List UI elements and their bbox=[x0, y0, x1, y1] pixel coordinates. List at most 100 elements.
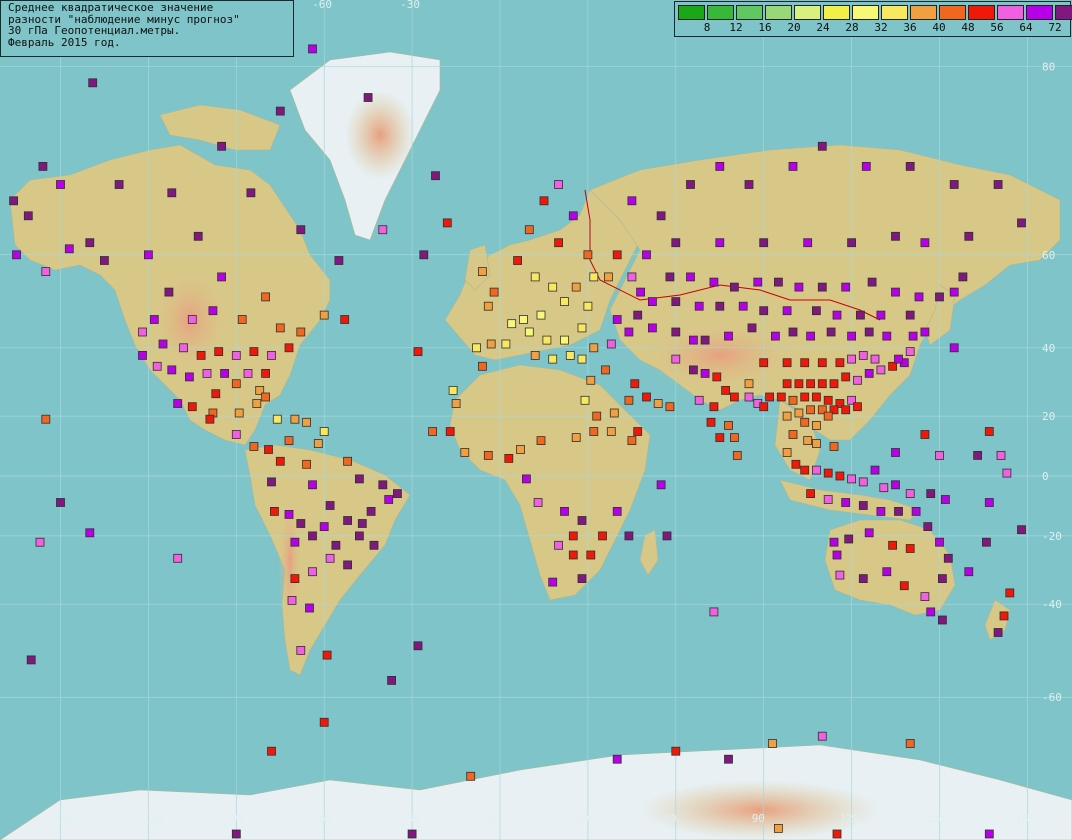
station-marker bbox=[847, 238, 856, 248]
station-marker bbox=[782, 448, 792, 457]
station-marker bbox=[891, 448, 900, 457]
station-marker bbox=[208, 306, 218, 316]
station-marker bbox=[633, 310, 643, 320]
station-marker bbox=[548, 577, 558, 587]
station-marker bbox=[237, 315, 247, 324]
legend-swatch bbox=[852, 5, 879, 20]
station-marker bbox=[305, 603, 314, 613]
station-marker bbox=[791, 459, 801, 469]
station-marker bbox=[275, 106, 285, 116]
station-marker bbox=[759, 402, 769, 412]
station-marker bbox=[662, 531, 672, 541]
lat-tick-label: -40 bbox=[1042, 598, 1062, 611]
station-marker bbox=[817, 379, 827, 389]
station-marker bbox=[234, 408, 244, 418]
station-marker bbox=[284, 509, 294, 519]
station-marker bbox=[724, 331, 733, 341]
station-marker bbox=[788, 327, 798, 337]
station-marker bbox=[530, 272, 540, 282]
world-map: -150 -120 -90 -60 -30 0 30 60 90 120 150 180-60 -308… bbox=[0, 0, 1072, 840]
station-marker bbox=[313, 439, 323, 448]
station-marker bbox=[290, 414, 300, 424]
station-marker bbox=[920, 238, 930, 248]
legend-swatch bbox=[939, 5, 966, 20]
station-marker bbox=[630, 379, 640, 389]
station-marker bbox=[284, 436, 294, 446]
station-marker bbox=[296, 646, 306, 655]
station-marker bbox=[938, 615, 947, 625]
station-marker bbox=[771, 331, 780, 341]
station-marker bbox=[774, 277, 783, 287]
station-marker bbox=[205, 414, 215, 424]
lat-tick-label: 0 bbox=[1042, 470, 1049, 483]
station-marker bbox=[533, 498, 543, 507]
station-marker bbox=[709, 607, 719, 617]
station-marker bbox=[589, 272, 599, 282]
station-marker bbox=[864, 368, 874, 378]
station-marker bbox=[41, 414, 51, 424]
station-marker bbox=[486, 339, 496, 349]
station-marker bbox=[724, 754, 733, 764]
station-marker bbox=[261, 368, 271, 378]
station-marker bbox=[996, 450, 1006, 460]
station-marker bbox=[524, 327, 534, 337]
station-marker bbox=[451, 399, 461, 408]
station-marker bbox=[700, 335, 710, 345]
station-marker bbox=[782, 358, 792, 368]
station-marker bbox=[612, 315, 622, 324]
station-marker bbox=[522, 474, 531, 484]
station-marker bbox=[627, 196, 637, 206]
station-marker bbox=[920, 327, 930, 337]
station-marker bbox=[870, 354, 880, 364]
station-marker bbox=[753, 277, 763, 287]
station-marker bbox=[882, 331, 892, 341]
station-marker bbox=[844, 534, 854, 544]
station-marker bbox=[686, 180, 695, 189]
station-marker bbox=[612, 754, 622, 764]
station-marker bbox=[949, 287, 959, 297]
station-marker bbox=[319, 717, 329, 727]
station-marker bbox=[876, 365, 886, 375]
station-marker bbox=[812, 465, 821, 475]
station-marker bbox=[715, 433, 725, 443]
station-marker bbox=[841, 282, 851, 292]
station-marker bbox=[943, 553, 953, 563]
station-marker bbox=[296, 519, 306, 528]
station-marker bbox=[445, 427, 455, 436]
station-marker bbox=[612, 506, 622, 516]
station-marker bbox=[407, 829, 417, 839]
station-marker bbox=[864, 327, 874, 337]
station-marker bbox=[264, 445, 273, 454]
station-marker bbox=[363, 93, 373, 102]
station-marker bbox=[571, 282, 581, 292]
station-marker bbox=[847, 331, 856, 341]
station-marker bbox=[823, 411, 833, 421]
station-marker bbox=[800, 465, 810, 475]
station-marker bbox=[442, 218, 452, 228]
station-marker bbox=[882, 567, 892, 577]
station-marker bbox=[606, 339, 616, 349]
lon-tick-label: 0 bbox=[488, 812, 495, 825]
station-marker bbox=[261, 392, 271, 402]
legend-label: 40 bbox=[932, 21, 946, 34]
station-marker bbox=[187, 315, 197, 324]
station-marker bbox=[823, 468, 833, 478]
station-marker bbox=[571, 433, 581, 443]
legend-swatch bbox=[968, 5, 995, 20]
map-title-box: Среднее квадратическое значение разности… bbox=[0, 0, 294, 57]
station-marker bbox=[689, 335, 698, 345]
station-marker bbox=[334, 256, 344, 265]
station-marker bbox=[800, 358, 810, 368]
legend-swatch bbox=[910, 5, 937, 20]
station-marker bbox=[100, 256, 109, 265]
station-marker bbox=[343, 560, 353, 570]
station-marker bbox=[548, 354, 558, 364]
station-marker bbox=[513, 256, 522, 265]
legend-swatch bbox=[823, 5, 850, 20]
station-marker bbox=[308, 480, 317, 490]
station-marker bbox=[354, 474, 364, 484]
station-marker bbox=[366, 506, 376, 516]
station-marker bbox=[554, 540, 563, 550]
legend-label: 24 bbox=[816, 21, 830, 34]
station-marker bbox=[483, 301, 493, 311]
